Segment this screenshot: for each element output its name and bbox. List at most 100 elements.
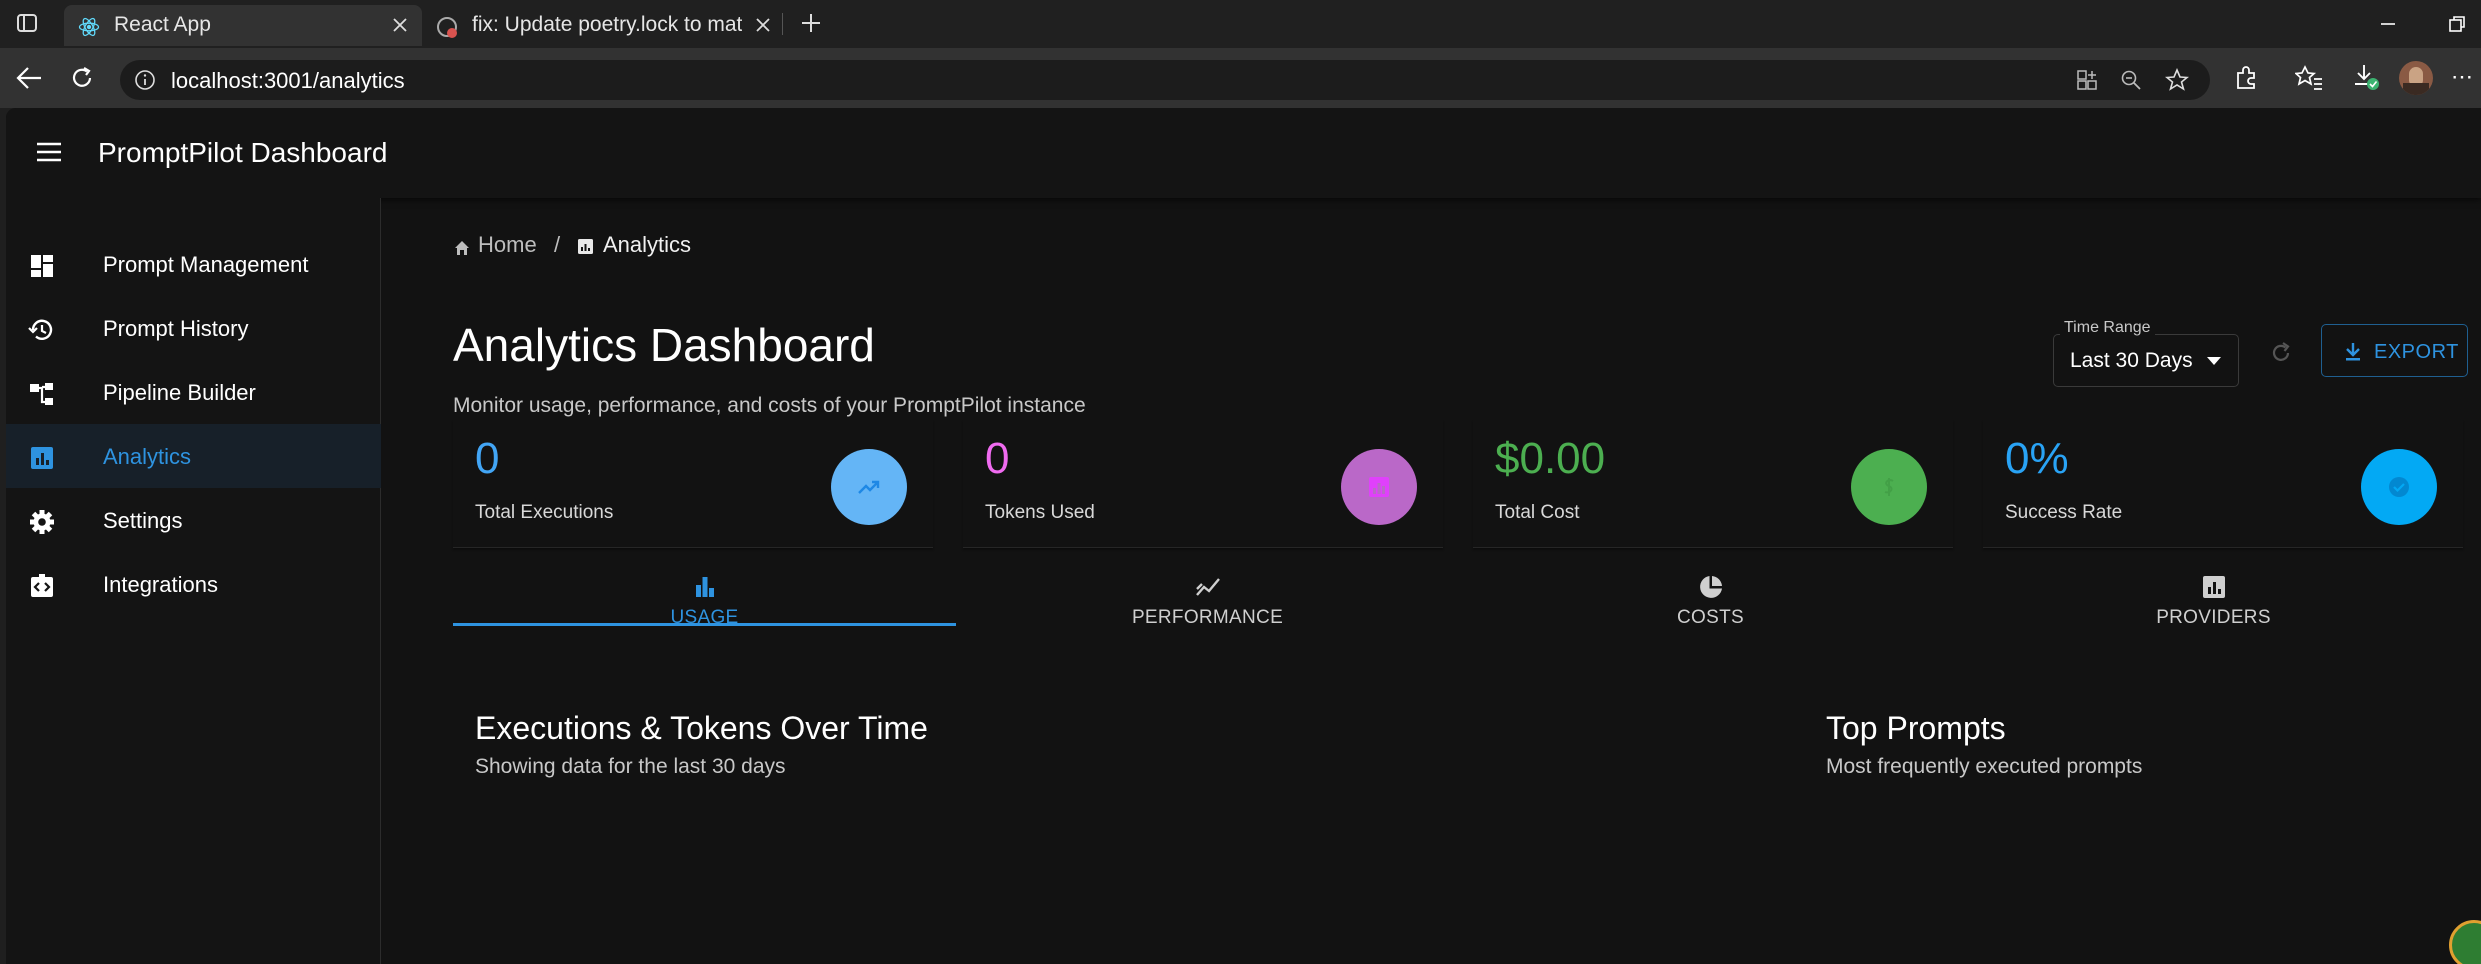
sidebar-item-label: Settings: [103, 508, 183, 533]
sidebar-item-prompt-history[interactable]: Prompt History: [6, 296, 381, 360]
home-icon: [453, 239, 471, 257]
stat-icon-circle: [1851, 449, 1927, 525]
dropdown-arrow-icon: [2207, 357, 2221, 365]
tab-title: fix: Update poetry.lock to match p: [472, 13, 742, 36]
sidebar-item-settings[interactable]: Settings: [6, 488, 381, 552]
tab-performance[interactable]: PERFORMANCE: [956, 528, 1459, 628]
refresh-data-icon[interactable]: [2269, 341, 2293, 365]
chart-section-subtitle: Showing data for the last 30 days: [475, 755, 786, 778]
time-range-value: Last 30 Days: [2070, 349, 2193, 372]
tab-label: PERFORMANCE: [1131, 607, 1284, 628]
dashboard-icon: [28, 252, 56, 280]
tab-usage[interactable]: USAGE: [453, 528, 956, 628]
address-bar: localhost:3001/analytics ⋯: [0, 48, 2481, 108]
stat-label: Total Executions: [475, 502, 614, 523]
tab-divider: [782, 13, 783, 35]
stat-value: 0: [985, 434, 1010, 483]
integration-icon: [28, 572, 56, 600]
main-content: Home / Analytics Analytics Dashboard Mon…: [382, 198, 2481, 964]
close-tab-icon[interactable]: [754, 16, 772, 34]
tab-costs[interactable]: COSTS: [1459, 528, 1962, 628]
app-window: PromptPilot Dashboard Prompt Management …: [6, 108, 2481, 964]
zoom-icon[interactable]: [2120, 69, 2142, 91]
check-circle-icon: [2387, 475, 2411, 499]
menu-icon[interactable]: [35, 141, 63, 163]
export-label: EXPORT: [2374, 341, 2459, 363]
download-icon: [2344, 342, 2362, 362]
stat-label: Success Rate: [2005, 502, 2123, 523]
url-text: localhost:3001/analytics: [171, 68, 405, 93]
favorites-icon[interactable]: [2295, 65, 2323, 91]
github-favicon-icon: [436, 16, 460, 40]
stat-value: $0.00: [1495, 434, 1606, 483]
time-range-select[interactable]: Last 30 Days: [2053, 334, 2239, 387]
bar-chart-icon: [691, 573, 719, 601]
tab-label: COSTS: [1677, 607, 1744, 628]
back-icon[interactable]: [15, 65, 43, 91]
extensions-icon[interactable]: [2233, 65, 2259, 91]
sidebar-item-label: Analytics: [103, 444, 192, 469]
sidebar-item-label: Integrations: [103, 572, 218, 597]
stat-label: Tokens Used: [985, 502, 1095, 523]
time-range-label: Time Range: [2060, 319, 2155, 337]
page-subtitle: Monitor usage, performance, and costs of…: [453, 394, 1086, 417]
profile-avatar[interactable]: [2399, 61, 2433, 95]
stat-icon-circle: [831, 449, 907, 525]
refresh-icon[interactable]: [69, 65, 95, 91]
minimize-icon[interactable]: [2378, 14, 2398, 34]
money-icon: [1881, 475, 1897, 499]
top-prompts-title: Top Prompts: [1826, 710, 2006, 746]
tab-strip: React App fix: Update poetry.lock to mat…: [0, 0, 2481, 48]
app-bar: PromptPilot Dashboard: [6, 108, 2481, 198]
line-chart-icon: [1194, 573, 1222, 601]
export-button[interactable]: EXPORT: [2321, 324, 2468, 377]
more-menu-icon[interactable]: ⋯: [2451, 64, 2474, 90]
close-tab-icon[interactable]: [391, 16, 409, 34]
sidebar-item-integrations[interactable]: Integrations: [6, 552, 381, 616]
app-available-icon[interactable]: [2076, 69, 2098, 91]
account-tree-icon: [28, 380, 56, 408]
sidebar-item-label: Pipeline Builder: [103, 380, 256, 405]
stat-icon-circle: [2361, 449, 2437, 525]
page-title: Analytics Dashboard: [453, 319, 875, 371]
browser-tab-github[interactable]: fix: Update poetry.lock to match p: [424, 5, 782, 46]
stat-value: 0: [475, 434, 500, 483]
sidebar-item-pipeline-builder[interactable]: Pipeline Builder: [6, 360, 381, 424]
tab-providers[interactable]: PROVIDERS: [1962, 528, 2465, 628]
token-icon: [1367, 475, 1391, 499]
sidebar: Prompt Management Prompt History Pipelin…: [6, 198, 381, 964]
stat-icon-circle: [1341, 449, 1417, 525]
browser-tab-react-app[interactable]: React App: [64, 5, 422, 46]
analytics-icon: [28, 444, 56, 472]
stat-label: Total Cost: [1495, 502, 1580, 523]
downloads-icon[interactable]: [2352, 63, 2380, 91]
trending-up-icon: [857, 475, 881, 499]
chart-section-title: Executions & Tokens Over Time: [475, 710, 928, 746]
sidebar-item-prompt-management[interactable]: Prompt Management: [6, 232, 381, 296]
assessment-icon: [2200, 573, 2228, 601]
react-logo-icon: [78, 16, 100, 38]
breadcrumb-current: Analytics: [603, 232, 692, 257]
tab-indicator: [453, 623, 956, 626]
stat-value: 0%: [2005, 434, 2069, 483]
info-icon[interactable]: [134, 69, 156, 91]
app-title: PromptPilot Dashboard: [98, 137, 388, 168]
breadcrumb-analytics-icon: [577, 238, 594, 255]
breadcrumb-home[interactable]: Home: [478, 232, 537, 258]
breadcrumb-separator: /: [554, 232, 561, 257]
browser-chrome: React App fix: Update poetry.lock to mat…: [0, 0, 2481, 108]
pie-chart-icon: [1697, 573, 1725, 601]
gear-icon: [28, 508, 56, 536]
tab-label: PROVIDERS: [2156, 607, 2271, 628]
tab-title: React App: [114, 13, 211, 36]
new-tab-icon[interactable]: [799, 11, 823, 35]
top-prompts-subtitle: Most frequently executed prompts: [1826, 755, 2143, 778]
favorite-star-icon[interactable]: [2165, 68, 2189, 92]
sidebar-item-label: Prompt Management: [103, 252, 309, 277]
history-icon: [28, 316, 56, 344]
sidebar-item-label: Prompt History: [103, 316, 249, 341]
sidebar-item-analytics[interactable]: Analytics: [6, 424, 381, 488]
restore-icon[interactable]: [2447, 14, 2467, 34]
url-field[interactable]: localhost:3001/analytics: [120, 60, 2210, 100]
tab-actions-icon[interactable]: [16, 12, 38, 34]
